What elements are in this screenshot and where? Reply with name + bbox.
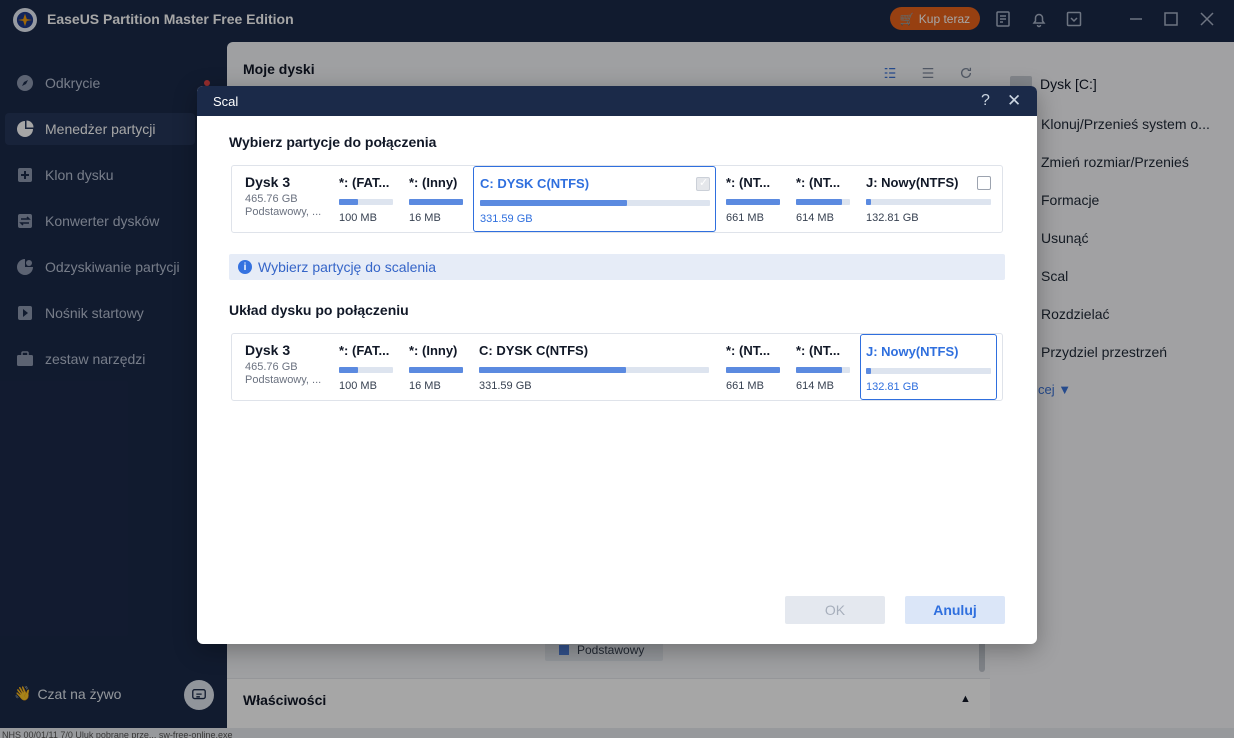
partition-c-selected[interactable]: C: DYSK C(NTFS) 331.59 GB — [473, 166, 716, 232]
disk-info-result: Dysk 3 465.76 GB Podstawowy, ... — [245, 342, 322, 386]
partition-c-checkbox[interactable] — [696, 176, 710, 191]
help-icon[interactable]: ? — [981, 92, 990, 110]
result-partition-1: *: (FAT... 100 MB — [339, 334, 395, 400]
ok-button[interactable]: OK — [785, 596, 885, 624]
partition-j-checkbox[interactable] — [977, 176, 991, 190]
partition-2[interactable]: *: (Inny) 16 MB — [409, 166, 465, 232]
result-partition-j-highlight: J: Nowy(NTFS) 132.81 GB — [860, 334, 997, 400]
result-partition-2: *: (Inny) 16 MB — [409, 334, 465, 400]
partition-1[interactable]: *: (FAT... 100 MB — [339, 166, 395, 232]
result-partition-c: C: DYSK C(NTFS) 331.59 GB — [479, 334, 711, 400]
cancel-button[interactable]: Anuluj — [905, 596, 1005, 624]
info-banner: i Wybierz partycję do scalenia — [229, 254, 1005, 280]
disk-row-select: Dysk 3 465.76 GB Podstawowy, ... *: (FAT… — [231, 165, 1003, 233]
merge-dialog: Scal ? ✕ Wybierz partycje do połączenia … — [197, 86, 1037, 644]
dialog-title: Scal — [213, 94, 239, 109]
info-icon: i — [238, 260, 252, 274]
layout-section-title: Układ dysku po połączeniu — [229, 302, 409, 318]
partition-4[interactable]: *: (NT... 661 MB — [726, 166, 782, 232]
select-section-title: Wybierz partycje do połączenia — [229, 134, 437, 150]
result-partition-4: *: (NT... 661 MB — [726, 334, 782, 400]
dialog-header: Scal ? ✕ — [197, 86, 1037, 116]
partition-5[interactable]: *: (NT... 614 MB — [796, 166, 852, 232]
disk-info: Dysk 3 465.76 GB Podstawowy, ... — [245, 174, 322, 218]
close-icon[interactable]: ✕ — [1007, 91, 1021, 111]
partition-j[interactable]: J: Nowy(NTFS) 132.81 GB — [866, 166, 996, 232]
result-partition-5: *: (NT... 614 MB — [796, 334, 852, 400]
disk-row-result: Dysk 3 465.76 GB Podstawowy, ... *: (FAT… — [231, 333, 1003, 401]
